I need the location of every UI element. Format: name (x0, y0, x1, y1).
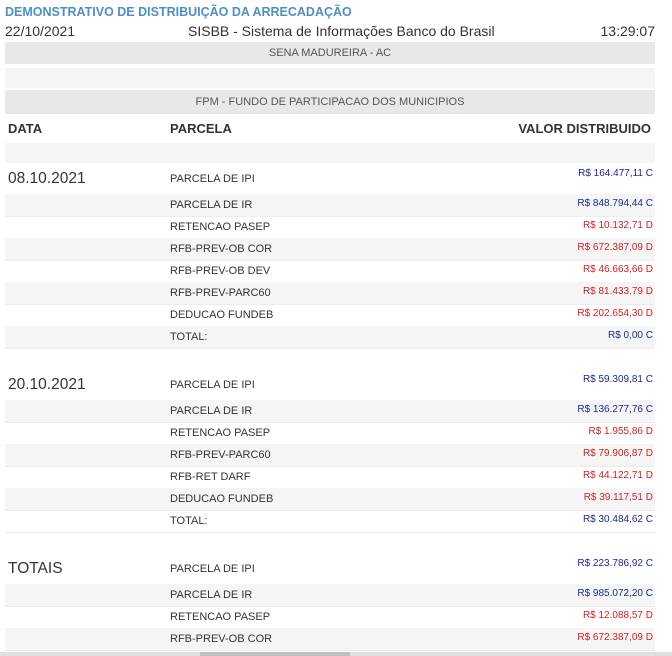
parcel-name: TOTAL: (170, 331, 208, 343)
distributed-value: R$ 164.477,11 C (578, 168, 653, 179)
distributed-value: R$ 672.387,09 D (577, 242, 653, 253)
table-row: TOTAIS PARCELA DE IPI R$ 223.786,92 C (5, 555, 655, 585)
distributed-value: R$ 1.955,86 D (588, 426, 654, 437)
municipality-name: SENA MADUREIRA - AC (268, 47, 392, 59)
table-row: RFB-PREV-OB DEV R$ 46.663,66 D (5, 260, 655, 283)
group-separator (5, 349, 655, 369)
distributed-value: R$ 59.309,81 C (582, 374, 653, 385)
parcel-name: RFB-PREV-OB DEV (170, 265, 271, 277)
distributed-value: R$ 0,00 C (607, 330, 653, 341)
table-row: RFB-PREV-OB COR R$ 672.387,09 D (5, 238, 655, 261)
distributed-value: R$ 79.906,87 D (582, 448, 653, 459)
distributed-value: R$ 12.088,57 D (582, 610, 653, 621)
distributed-value: R$ 202.654,30 D (577, 308, 653, 319)
table-row: PARCELA DE IR R$ 985.072,20 C (5, 584, 655, 607)
parcel-name: DEDUCAO FUNDEB (170, 309, 274, 321)
parcel-name: PARCELA DE IPI (170, 173, 255, 185)
parcel-name: PARCELA DE IR (170, 589, 253, 601)
horizontal-scrollbar[interactable] (0, 652, 672, 656)
system-name: SISBB - Sistema de Informações Banco do … (188, 23, 495, 39)
spacer-band (5, 68, 655, 88)
distributed-value: R$ 44.122,71 D (582, 470, 653, 481)
column-header-value: VALOR DISTRIBUIDO (518, 121, 651, 136)
table-row: RETENCAO PASEP R$ 12.088,57 D (5, 606, 655, 629)
parcel-name: RFB-PREV-PARC60 (170, 287, 271, 299)
parcel-name: RFB-PREV-PARC60 (170, 449, 271, 461)
parcel-name: PARCELA DE IPI (170, 563, 255, 575)
report-date: 22/10/2021 (5, 23, 76, 39)
parcel-name: PARCELA DE IR (170, 405, 253, 417)
parcel-name: PARCELA DE IPI (170, 379, 255, 391)
distributed-value: R$ 223.786,92 C (577, 558, 653, 569)
distributed-value: R$ 848.794,44 C (577, 198, 653, 209)
scrollbar-thumb[interactable] (200, 652, 350, 656)
parcel-name: RFB-RET DARF (170, 471, 251, 483)
parcel-name: RETENCAO PASEP (170, 427, 271, 439)
table-row: RETENCAO PASEP R$ 1.955,86 D (5, 422, 655, 445)
parcel-name: RETENCAO PASEP (170, 611, 271, 623)
group-date: 08.10.2021 (8, 170, 86, 187)
table-row: TOTAL: R$ 30.484,62 C (5, 510, 655, 533)
fund-bar: FPM - FUNDO DE PARTICIPACAO DOS MUNICIPI… (5, 90, 655, 114)
distributed-value: R$ 81.433,79 D (582, 286, 653, 297)
parcel-name: PARCELA DE IR (170, 199, 253, 211)
distributed-value: R$ 672.387,09 D (577, 632, 653, 643)
column-header-date: DATA (8, 121, 43, 136)
distributed-value: R$ 10.132,71 D (582, 220, 653, 231)
table-row: 20.10.2021 PARCELA DE IPI R$ 59.309,81 C (5, 371, 655, 401)
table-row: RFB-RET DARF R$ 44.122,71 D (5, 466, 655, 489)
table-row: DEDUCAO FUNDEB R$ 39.117,51 D (5, 488, 655, 511)
table-row: PARCELA DE IR R$ 136.277,76 C (5, 400, 655, 423)
group-date: TOTAIS (8, 560, 63, 577)
fund-name: FPM - FUNDO DE PARTICIPACAO DOS MUNICIPI… (195, 96, 465, 108)
parcel-name: RFB-PREV-OB COR (170, 243, 273, 255)
report-title: DEMONSTRATIVO DE DISTRIBUIÇÃO DA ARRECAD… (5, 5, 352, 19)
table-row: 08.10.2021 PARCELA DE IPI R$ 164.477,11 C (5, 165, 655, 195)
distributed-value: R$ 30.484,62 C (582, 514, 653, 525)
table-row: RFB-PREV-PARC60 R$ 79.906,87 D (5, 444, 655, 467)
report-time: 13:29:07 (600, 23, 656, 39)
distributed-value: R$ 39.117,51 D (583, 492, 653, 503)
distributed-value: R$ 46.663,66 D (582, 264, 653, 275)
parcel-name: RETENCAO PASEP (170, 221, 271, 233)
parcel-name: DEDUCAO FUNDEB (170, 493, 274, 505)
table-row: TOTAL: R$ 0,00 C (5, 326, 655, 349)
table-row: DEDUCAO FUNDEB R$ 202.654,30 D (5, 304, 655, 327)
distributed-value: R$ 136.277,76 C (577, 404, 653, 415)
table-row: RFB-PREV-OB COR R$ 672.387,09 D (5, 628, 655, 651)
table-row: RFB-PREV-PARC60 R$ 81.433,79 D (5, 282, 655, 305)
distributed-value: R$ 985.072,20 C (577, 588, 653, 599)
group-separator (5, 533, 655, 553)
table-row: RETENCAO PASEP R$ 10.132,71 D (5, 216, 655, 239)
spacer-band (5, 143, 655, 163)
group-date: 20.10.2021 (8, 376, 86, 393)
parcel-name: RFB-PREV-OB COR (170, 633, 273, 645)
column-header-parcel: PARCELA (170, 121, 232, 136)
parcel-name: TOTAL: (170, 515, 208, 527)
municipality-bar: SENA MADUREIRA - AC (5, 42, 655, 64)
table-row: PARCELA DE IR R$ 848.794,44 C (5, 194, 655, 217)
